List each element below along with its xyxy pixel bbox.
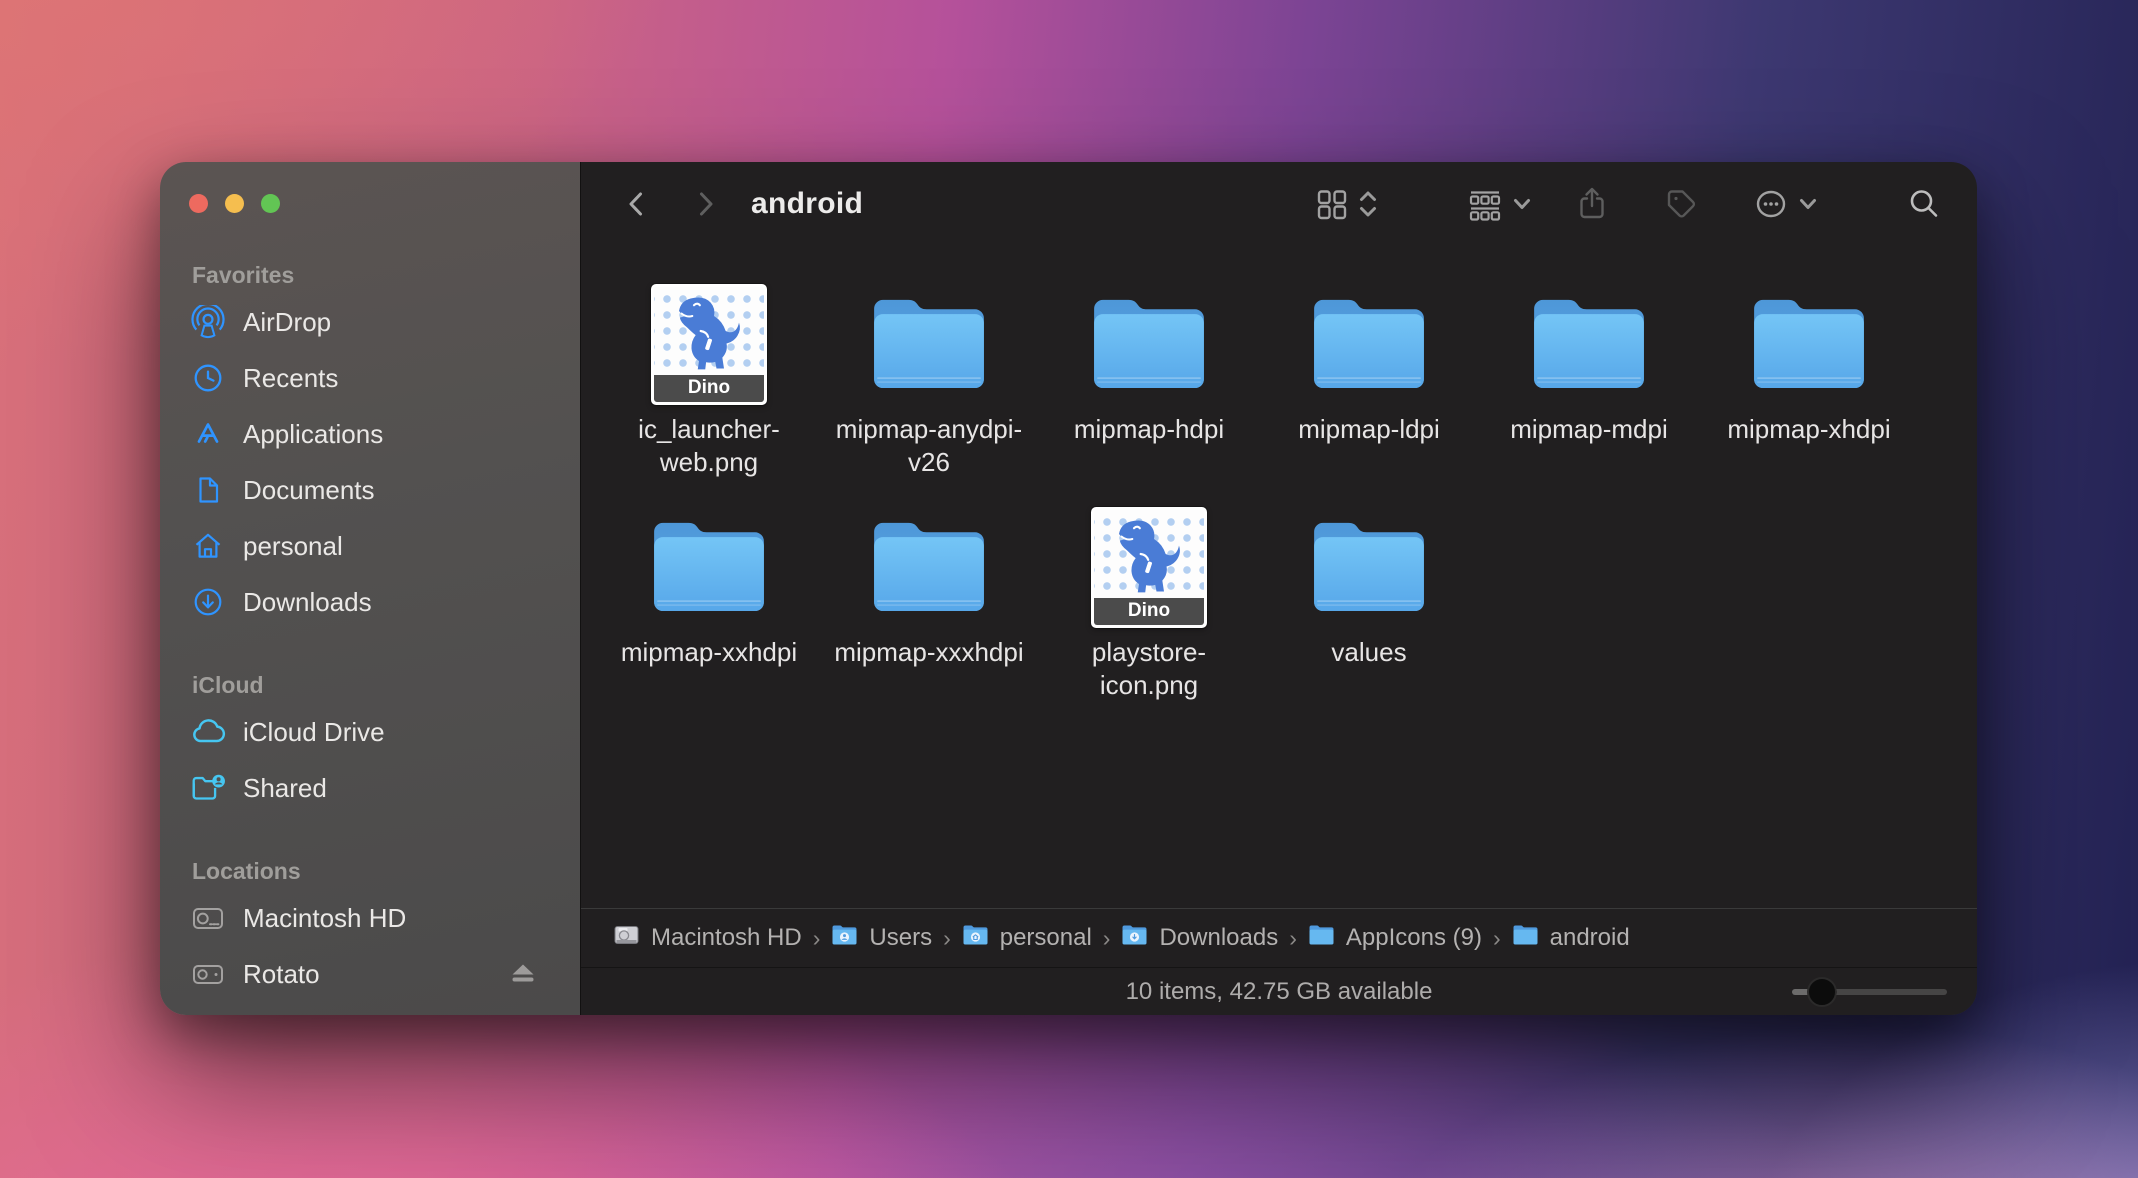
status-bar: 10 items, 42.75 GB available xyxy=(581,967,1977,1015)
chevron-down-icon[interactable] xyxy=(1511,193,1533,215)
internal-drive-icon xyxy=(190,900,226,936)
downloads-icon xyxy=(190,584,226,620)
folder-icon xyxy=(1088,293,1210,396)
path-separator: › xyxy=(943,925,951,952)
sidebar-item-rotato[interactable]: Rotato xyxy=(160,946,580,1002)
eject-button[interactable] xyxy=(508,961,538,987)
icon-size-slider[interactable] xyxy=(1792,989,1947,995)
dino-artwork xyxy=(1094,510,1204,598)
shared-folder-icon xyxy=(190,770,226,806)
forward-button[interactable] xyxy=(685,184,725,224)
file-mipmap-mdpi[interactable]: mipmap-mdpi xyxy=(1479,282,1699,505)
path-item-macintosh-hd[interactable]: Macintosh HD xyxy=(613,923,802,954)
folder-icon xyxy=(648,516,770,619)
image-thumbnail: Dino xyxy=(651,284,767,405)
main-pane: android Dino ic_launcher-web.png xyxy=(580,162,1977,1015)
folder-small-icon xyxy=(1512,923,1539,953)
sidebar-item-personal[interactable]: personal xyxy=(160,518,580,574)
finder-window: Favorites AirDrop Recents Applications D… xyxy=(160,162,1977,1015)
sidebar-item-recents[interactable]: Recents xyxy=(160,350,580,406)
path-item-users[interactable]: Users xyxy=(831,923,932,953)
sidebar-section-title: Locations xyxy=(160,858,580,885)
sidebar-section-title: Favorites xyxy=(160,262,580,289)
folder-downloads-icon xyxy=(1121,923,1148,953)
zoom-button[interactable] xyxy=(261,194,280,213)
sidebar-item-documents[interactable]: Documents xyxy=(160,462,580,518)
share-button[interactable] xyxy=(1575,186,1609,222)
sidebar-item-synologydrive[interactable]: SynologyDrive xyxy=(160,1002,580,1015)
sidebar: Favorites AirDrop Recents Applications D… xyxy=(160,162,580,1015)
path-item-appicons-9[interactable]: AppIcons (9) xyxy=(1308,923,1482,953)
file-mipmap-xxhdpi[interactable]: mipmap-xxhdpi xyxy=(599,505,819,728)
file-mipmap-hdpi[interactable]: mipmap-hdpi xyxy=(1039,282,1259,505)
file-mipmap-anydpi-v26[interactable]: mipmap-anydpi-v26 xyxy=(819,282,1039,505)
path-item-downloads[interactable]: Downloads xyxy=(1121,923,1278,953)
search-button[interactable] xyxy=(1907,187,1941,221)
path-item-android[interactable]: android xyxy=(1512,923,1630,953)
tag-button[interactable] xyxy=(1664,187,1698,221)
sidebar-item-shared[interactable]: Shared xyxy=(160,760,580,816)
file-mipmap-xxxhdpi[interactable]: mipmap-xxxhdpi xyxy=(819,505,1039,728)
sidebar-section: Locations Macintosh HD Rotato SynologyDr… xyxy=(160,858,580,1015)
path-separator: › xyxy=(1103,925,1111,952)
external-drive-icon xyxy=(190,956,226,992)
drive-small-icon xyxy=(613,923,640,954)
sidebar-sections: Favorites AirDrop Recents Applications D… xyxy=(160,262,580,1015)
sidebar-section: Favorites AirDrop Recents Applications D… xyxy=(160,262,580,630)
recents-icon xyxy=(190,360,226,396)
status-text: 10 items, 42.75 GB available xyxy=(581,978,1977,1006)
dino-artwork xyxy=(654,287,764,375)
sidebar-item-applications[interactable]: Applications xyxy=(160,406,580,462)
folder-icon xyxy=(1528,293,1650,396)
slider-knob[interactable] xyxy=(1807,977,1837,1007)
sidebar-section: iCloud iCloud Drive Shared xyxy=(160,672,580,816)
image-thumbnail: Dino xyxy=(1091,507,1207,628)
file-area: Dino ic_launcher-web.png mipmap-anydpi-v… xyxy=(581,246,1977,908)
thumbnail-badge: Dino xyxy=(654,375,764,402)
sidebar-item-icloud-drive[interactable]: iCloud Drive xyxy=(160,704,580,760)
folder-icon xyxy=(868,293,990,396)
sidebar-section-title: iCloud xyxy=(160,672,580,699)
path-bar: Macintosh HD › Users › personal › Downlo… xyxy=(581,908,1977,967)
folder-small-icon xyxy=(1308,923,1335,953)
chevron-down-icon[interactable] xyxy=(1797,193,1819,215)
traffic-lights xyxy=(189,194,280,213)
synology-icon xyxy=(190,1012,226,1015)
file-values[interactable]: values xyxy=(1259,505,1479,728)
file-ic-launcher-web-png[interactable]: Dino ic_launcher-web.png xyxy=(599,282,819,505)
folder-icon xyxy=(1748,293,1870,396)
icloud-icon xyxy=(190,714,226,750)
view-stepper-icon[interactable] xyxy=(1357,187,1379,221)
path-separator: › xyxy=(1289,925,1297,952)
toolbar: android xyxy=(581,162,1977,246)
close-button[interactable] xyxy=(189,194,208,213)
file-playstore-icon-png[interactable]: Dino playstore-icon.png xyxy=(1039,505,1259,728)
sidebar-item-macintosh-hd[interactable]: Macintosh HD xyxy=(160,890,580,946)
home-icon xyxy=(190,528,226,564)
path-item-personal[interactable]: personal xyxy=(962,923,1092,953)
more-options-button[interactable] xyxy=(1753,187,1789,221)
applications-icon xyxy=(190,416,226,452)
minimize-button[interactable] xyxy=(225,194,244,213)
folder-users-icon xyxy=(831,923,858,953)
file-mipmap-xhdpi[interactable]: mipmap-xhdpi xyxy=(1699,282,1919,505)
folder-icon xyxy=(1308,293,1430,396)
icon-view-button[interactable] xyxy=(1315,187,1349,221)
thumbnail-badge: Dino xyxy=(1094,598,1204,625)
documents-icon xyxy=(190,472,226,508)
folder-icon xyxy=(1308,516,1430,619)
sidebar-item-downloads[interactable]: Downloads xyxy=(160,574,580,630)
folder-icon xyxy=(868,516,990,619)
sidebar-item-airdrop[interactable]: AirDrop xyxy=(160,294,580,350)
file-mipmap-ldpi[interactable]: mipmap-ldpi xyxy=(1259,282,1479,505)
toolbar-actions xyxy=(1315,186,1941,222)
path-separator: › xyxy=(813,925,821,952)
airdrop-icon xyxy=(190,304,226,340)
page-title: android xyxy=(751,187,863,221)
group-by-button[interactable] xyxy=(1467,187,1503,221)
back-button[interactable] xyxy=(617,184,657,224)
path-separator: › xyxy=(1493,925,1501,952)
file-grid: Dino ic_launcher-web.png mipmap-anydpi-v… xyxy=(599,282,1919,728)
folder-home-icon xyxy=(962,923,989,953)
